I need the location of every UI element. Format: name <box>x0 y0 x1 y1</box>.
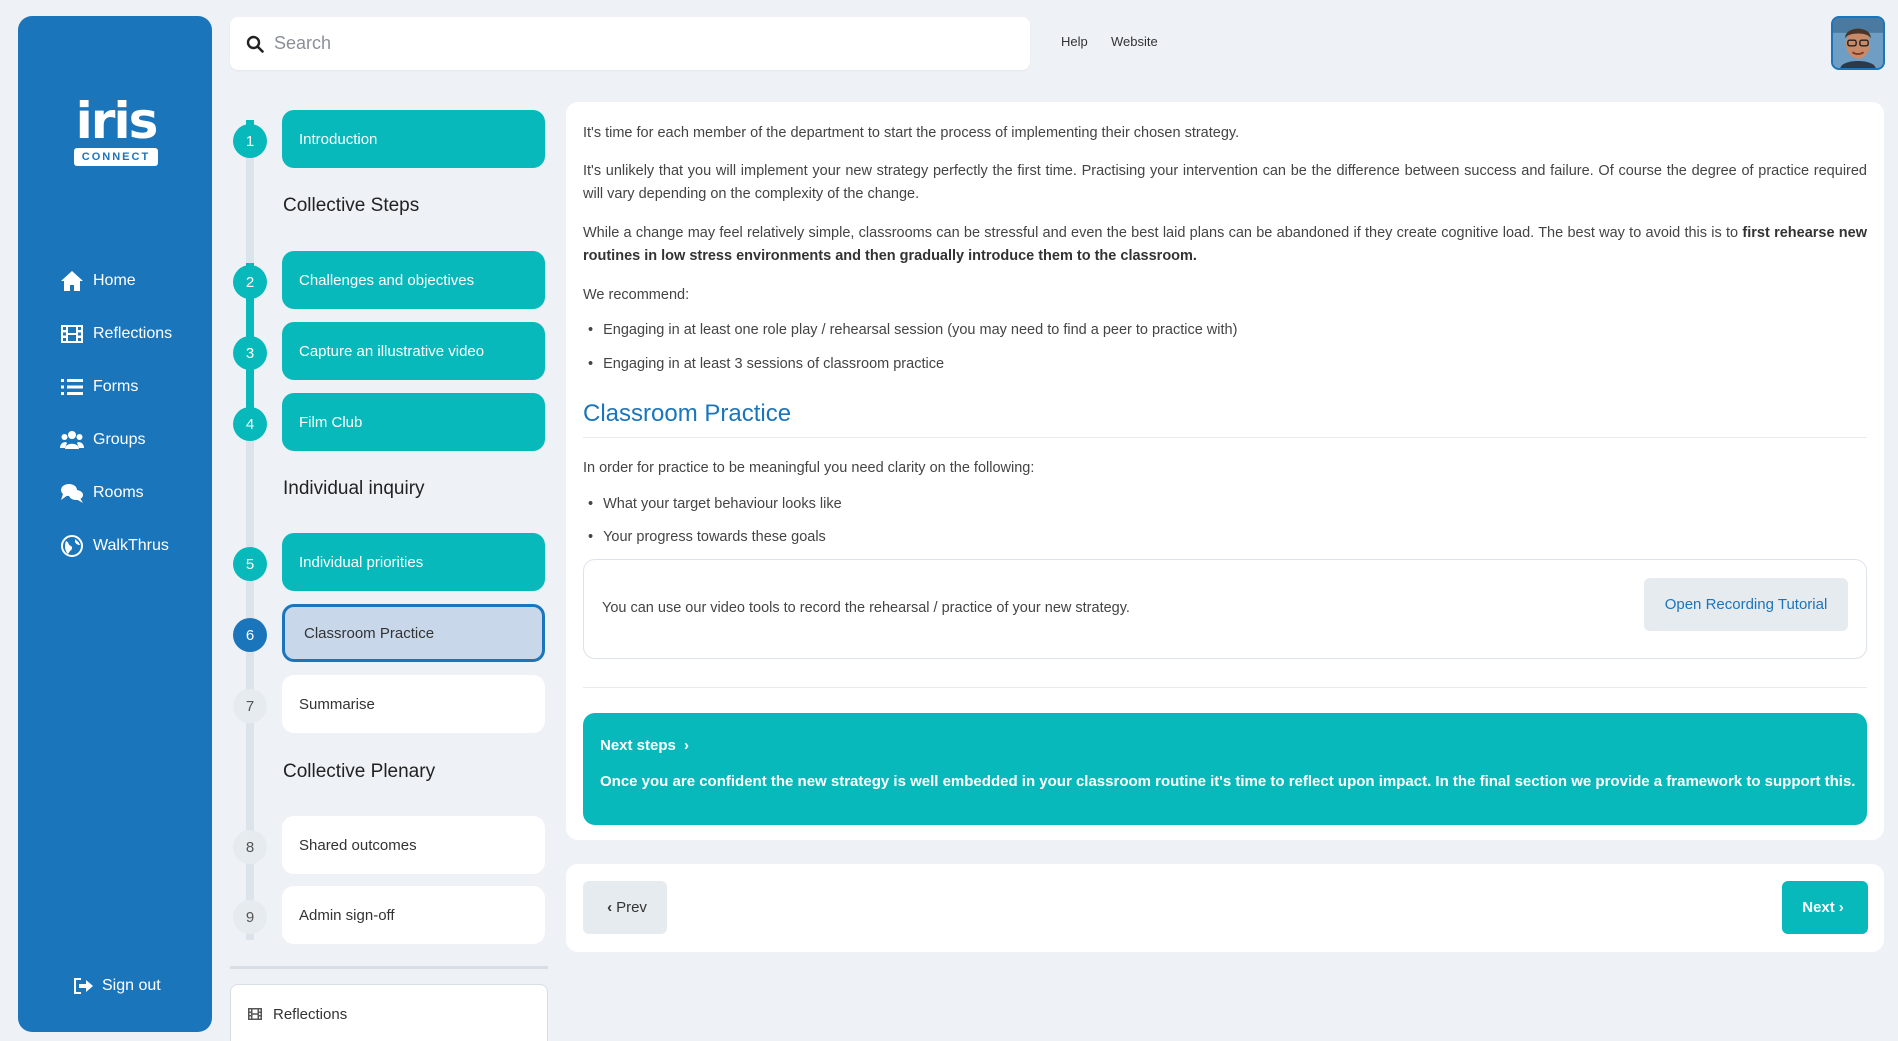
step-summarise[interactable]: Summarise <box>282 675 545 733</box>
sidebar-item-home[interactable]: Home <box>60 254 172 307</box>
tutorial-callout: You can use our video tools to record th… <box>583 559 1867 659</box>
step-capture-video[interactable]: Capture an illustrative video <box>282 322 545 380</box>
intro-paragraph: It's time for each member of the departm… <box>583 125 1240 141</box>
sidebar-nav: Home Reflections Forms Groups Rooms Walk… <box>60 254 172 572</box>
step-number: 5 <box>233 547 267 581</box>
next-steps-banner[interactable]: Next steps › Once you are confident the … <box>583 713 1867 825</box>
chevron-right-icon: › <box>684 737 690 754</box>
sidebar: iris CONNECT Home Reflections Forms Grou… <box>18 16 212 1032</box>
prev-label: Prev <box>616 899 647 916</box>
sign-out-label: Sign out <box>102 977 161 994</box>
stress-text: While a change may feel relatively simpl… <box>583 225 1743 241</box>
home-icon <box>61 270 83 291</box>
sidebar-item-rooms[interactable]: Rooms <box>60 466 172 519</box>
users-icon <box>60 430 84 449</box>
iris-connect-logo[interactable]: iris CONNECT <box>66 92 166 166</box>
step-individual-priorities[interactable]: Individual priorities <box>282 533 545 591</box>
list-icon <box>61 378 83 395</box>
clarity-paragraph: In order for practice to be meaningful y… <box>583 460 1035 476</box>
list-item: Engaging in at least one role play / reh… <box>588 322 1237 338</box>
step-challenges-and-objectives[interactable]: Challenges and objectives <box>282 251 545 309</box>
sidebar-item-label: Rooms <box>93 483 144 501</box>
sidebar-item-walkthrus[interactable]: WalkThrus <box>60 519 172 572</box>
step-classroom-practice[interactable]: Classroom Practice <box>282 604 545 662</box>
pager-card: ‹ Prev Next › <box>566 864 1884 952</box>
film-icon <box>61 324 83 343</box>
search-input[interactable] <box>274 33 974 54</box>
section-title-collective-steps: Collective Steps <box>283 195 420 216</box>
step-number: 3 <box>233 336 267 370</box>
content-card: It's time for each member of the departm… <box>566 102 1884 840</box>
step-admin-sign-off[interactable]: Admin sign-off <box>282 886 545 944</box>
sidebar-item-label: Groups <box>93 430 146 448</box>
step-number: 1 <box>233 124 267 158</box>
chat-icon <box>61 483 83 503</box>
step-row: 4 Film Club <box>230 393 550 451</box>
reflections-tab-label: Reflections <box>273 1005 348 1023</box>
step-row: 8 Shared outcomes <box>230 816 550 874</box>
sidebar-item-reflections[interactable]: Reflections <box>60 307 172 360</box>
search-icon <box>246 35 264 53</box>
stress-paragraph: While a change may feel relatively simpl… <box>583 222 1867 268</box>
next-button[interactable]: Next › <box>1782 881 1868 934</box>
sign-out-icon <box>74 978 93 994</box>
step-row: 3 Capture an illustrative video <box>230 322 550 380</box>
step-row: 1 Introduction <box>230 110 550 168</box>
sidebar-item-label: WalkThrus <box>93 536 169 554</box>
help-link[interactable]: Help <box>1061 34 1088 49</box>
next-steps-title: Next steps › <box>600 737 693 754</box>
step-row: 5 Individual priorities <box>230 533 550 591</box>
logo-wordmark: iris <box>75 92 159 150</box>
tutorial-text: You can use our video tools to record th… <box>602 600 1130 616</box>
section-title-individual-inquiry: Individual inquiry <box>283 478 425 499</box>
step-row: 2 Challenges and objectives <box>230 251 550 309</box>
open-recording-tutorial-button[interactable]: Open Recording Tutorial <box>1644 578 1848 631</box>
globe-icon <box>61 534 83 557</box>
reflections-tab[interactable]: Reflections <box>230 984 548 1041</box>
next-steps-body: Once you are confident the new strategy … <box>600 773 1856 790</box>
next-steps-title-text: Next steps <box>600 737 676 754</box>
step-number: 8 <box>233 830 267 864</box>
step-introduction[interactable]: Introduction <box>282 110 545 168</box>
section-title-collective-plenary: Collective Plenary <box>283 761 436 782</box>
step-number: 7 <box>233 689 267 723</box>
sidebar-item-groups[interactable]: Groups <box>60 413 172 466</box>
step-number: 9 <box>233 900 267 934</box>
sidebar-item-label: Home <box>93 271 136 289</box>
search-bar <box>230 17 1030 70</box>
step-film-club[interactable]: Film Club <box>282 393 545 451</box>
step-row: 6 Classroom Practice <box>230 604 550 662</box>
step-number: 4 <box>233 407 267 441</box>
steps-divider <box>230 966 548 969</box>
list-item: What your target behaviour looks like <box>588 496 842 512</box>
step-row: 9 Admin sign-off <box>230 886 550 944</box>
user-photo <box>1833 18 1883 68</box>
practice-paragraph: It's unlikely that you will implement yo… <box>583 163 1867 202</box>
content-divider <box>583 687 1867 688</box>
avatar[interactable] <box>1831 16 1885 70</box>
step-shared-outcomes[interactable]: Shared outcomes <box>282 816 545 874</box>
step-row: 7 Summarise <box>230 675 550 733</box>
step-number: 6 <box>233 618 267 652</box>
list-item: Engaging in at least 3 sessions of class… <box>588 356 944 372</box>
sign-out-button[interactable]: Sign out <box>72 976 161 996</box>
prev-button[interactable]: ‹ Prev <box>583 881 667 934</box>
chevron-left-icon: ‹ <box>607 899 613 916</box>
step-number: 2 <box>233 265 267 299</box>
heading-divider <box>583 437 1867 438</box>
recommend-label: We recommend: <box>583 287 690 303</box>
sidebar-item-label: Reflections <box>93 324 173 342</box>
logo-subtitle: CONNECT <box>73 148 159 166</box>
next-label: Next <box>1802 899 1835 916</box>
sidebar-item-label: Forms <box>93 377 139 395</box>
website-link[interactable]: Website <box>1111 34 1158 49</box>
film-icon <box>248 1008 262 1020</box>
list-item: Your progress towards these goals <box>588 529 826 545</box>
chevron-right-icon: › <box>1838 899 1844 916</box>
sidebar-item-forms[interactable]: Forms <box>60 360 172 413</box>
section-heading: Classroom Practice <box>583 400 792 427</box>
